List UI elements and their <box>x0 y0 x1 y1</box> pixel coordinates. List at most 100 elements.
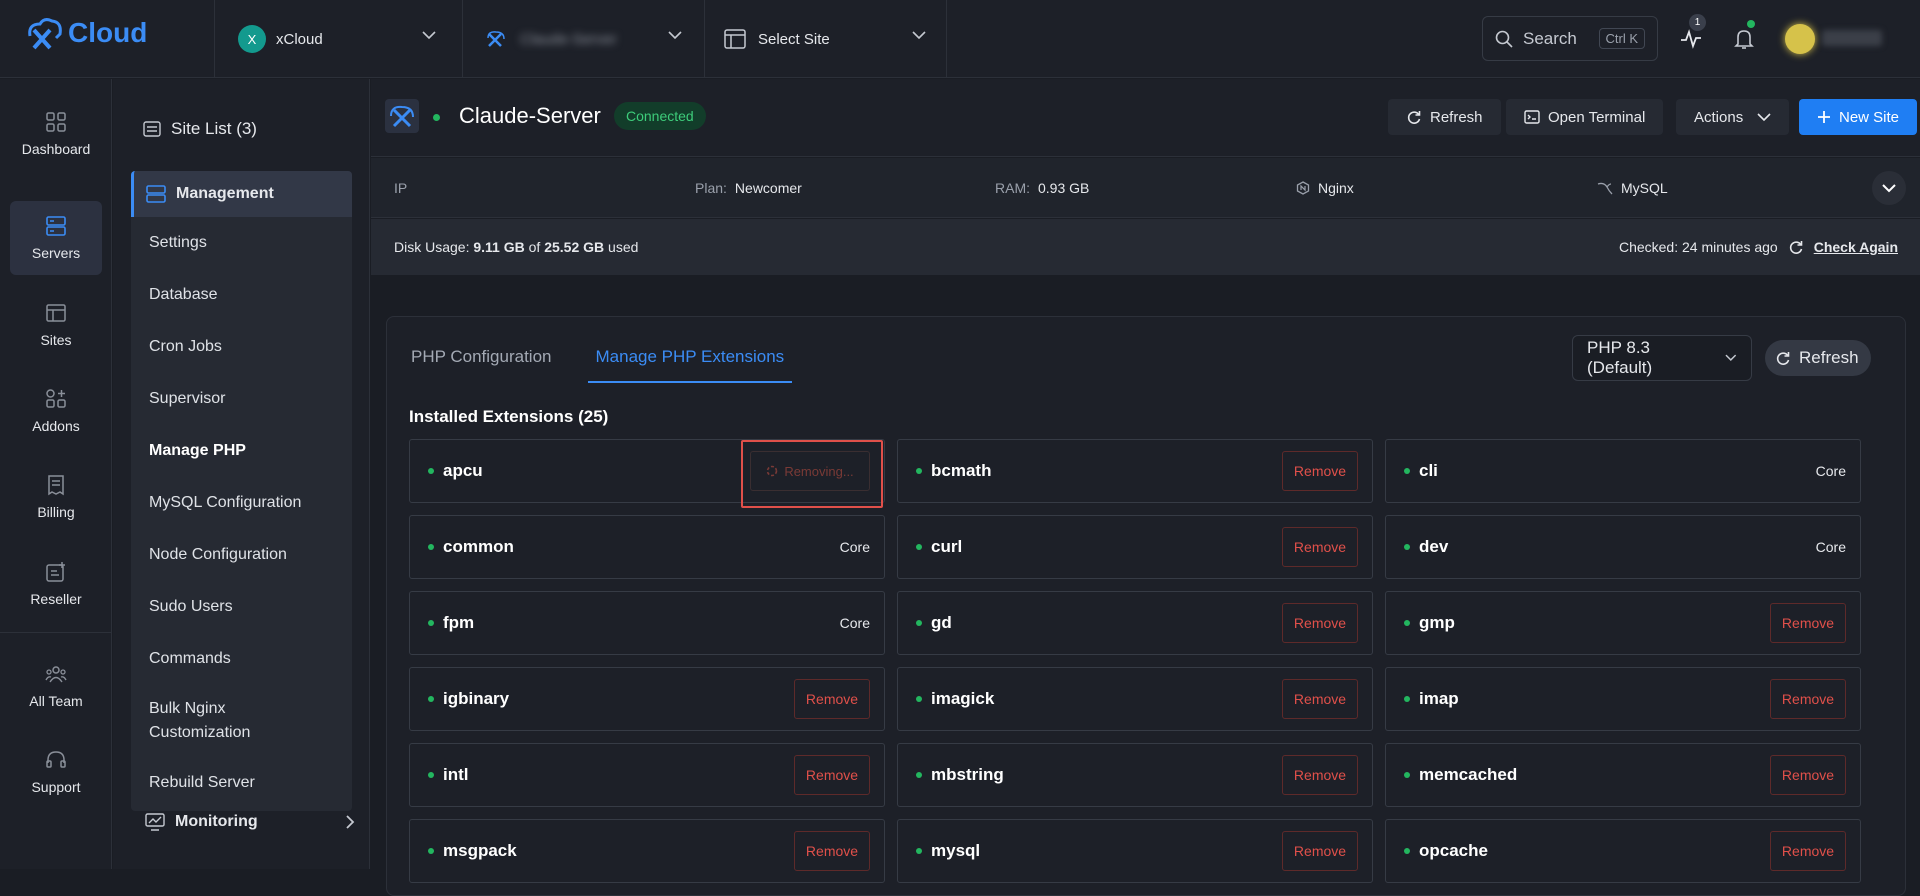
divider <box>946 0 947 78</box>
nav-support[interactable]: Support <box>10 735 102 809</box>
remove-button[interactable]: Remove <box>1770 831 1846 871</box>
nav-all-team[interactable]: All Team <box>10 649 102 723</box>
subnav-node-configuration[interactable]: Node Configuration <box>131 529 352 581</box>
user-name[interactable] <box>1822 30 1882 46</box>
tab-php-configuration[interactable]: PHP Configuration <box>411 337 552 383</box>
extension-status-dot <box>1404 696 1410 702</box>
checked-time: Checked: 24 minutes ago <box>1618 239 1778 255</box>
extension-name: curl <box>931 537 963 556</box>
server-header: Claude-Server Connected Refresh Open Ter… <box>371 79 1920 157</box>
extension-card: intl Remove <box>409 743 885 807</box>
nav-label: Addons <box>32 418 80 434</box>
notifications-button[interactable] <box>1727 20 1761 56</box>
activity-button[interactable]: 1 <box>1674 14 1708 56</box>
chevron-right-icon <box>346 815 355 829</box>
new-site-button[interactable]: New Site <box>1799 99 1918 135</box>
extension-name: gd <box>931 613 952 632</box>
php-version-value: PHP 8.3 (Default) <box>1587 338 1653 377</box>
remove-button[interactable]: Remove <box>794 755 870 795</box>
management-header[interactable]: Management <box>131 171 352 217</box>
monitor-icon <box>145 813 165 831</box>
extension-status-dot <box>916 620 922 626</box>
extension-card: gmp Remove <box>1385 591 1861 655</box>
remove-button[interactable]: Remove <box>1770 603 1846 643</box>
refresh-extensions-label: Refresh <box>1799 348 1859 367</box>
activity-badge: 1 <box>1689 14 1706 31</box>
subnav-cron-jobs[interactable]: Cron Jobs <box>131 321 352 373</box>
nav-label: Servers <box>31 245 81 261</box>
team-icon <box>45 666 67 683</box>
search-button[interactable]: Search Ctrl K <box>1482 16 1658 61</box>
extension-status-dot <box>428 468 434 474</box>
brand-name: Cloud <box>68 17 148 48</box>
xcloud-logo[interactable]: Cloud <box>26 16 147 50</box>
subnav-settings[interactable]: Settings <box>131 217 352 269</box>
team-switcher[interactable]: X xCloud <box>238 0 454 78</box>
extension-status-dot <box>428 696 434 702</box>
subnav-manage-php[interactable]: Manage PHP <box>131 425 352 477</box>
removing-label: Removing... <box>784 463 854 479</box>
list-icon <box>143 121 161 137</box>
nav-dashboard[interactable]: Dashboard <box>10 97 102 171</box>
subnav-database[interactable]: Database <box>131 269 352 321</box>
tab-manage-php-extensions[interactable]: Manage PHP Extensions <box>587 337 793 383</box>
extension-card: opcache Remove <box>1385 819 1861 883</box>
remove-button[interactable]: Remove <box>1282 755 1358 795</box>
xcloud-icon <box>390 105 414 128</box>
subnav-commands[interactable]: Commands <box>131 633 352 685</box>
check-again-link[interactable]: Check Again <box>1814 239 1898 255</box>
subnav-bulk-nginx[interactable]: Bulk Nginx Customization <box>131 685 271 757</box>
status-badge: Connected <box>614 102 706 130</box>
core-label: Core <box>839 615 870 631</box>
extensions-grid: apcu Removing... bcmath Remove cli Core common… <box>409 439 1861 883</box>
primary-nav: Dashboard Servers Sites Addons Billing R… <box>0 79 112 869</box>
nav-reseller[interactable]: Reseller <box>10 547 102 621</box>
subnav-rebuild-server[interactable]: Rebuild Server <box>131 757 352 809</box>
extension-card: gd Remove <box>897 591 1373 655</box>
nav-billing[interactable]: Billing <box>10 460 102 534</box>
extension-card: igbinary Remove <box>409 667 885 731</box>
server-name: Claude-Server <box>459 103 601 128</box>
team-name: xCloud <box>276 30 323 48</box>
server-switcher[interactable]: Claude-Server <box>486 0 700 78</box>
nav-servers[interactable]: Servers <box>10 201 102 275</box>
remove-button[interactable]: Remove <box>1282 451 1358 491</box>
refresh-button[interactable]: Refresh <box>1388 99 1501 135</box>
extension-card: memcached Remove <box>1385 743 1861 807</box>
info-toggle-button[interactable] <box>1872 171 1906 205</box>
headset-icon <box>46 751 66 768</box>
remove-button[interactable]: Remove <box>1770 755 1846 795</box>
subnav-sudo-users[interactable]: Sudo Users <box>131 581 352 633</box>
remove-button[interactable]: Remove <box>1282 679 1358 719</box>
remove-button[interactable]: Remove <box>1282 527 1358 567</box>
installed-extensions-heading: Installed Extensions (25) <box>409 407 609 426</box>
nav-sites[interactable]: Sites <box>10 288 102 362</box>
remove-button[interactable]: Remove <box>1282 831 1358 871</box>
nav-addons[interactable]: Addons <box>10 374 102 448</box>
management-label: Management <box>176 185 274 202</box>
site-list-link[interactable]: Site List (3) <box>143 119 257 139</box>
extension-card: cli Core <box>1385 439 1861 503</box>
refresh-extensions-button[interactable]: Refresh <box>1765 340 1871 376</box>
remove-button[interactable]: Remove <box>794 679 870 719</box>
monitoring-label: Monitoring <box>175 813 258 830</box>
remove-button[interactable]: Remove <box>794 831 870 871</box>
open-terminal-button[interactable]: Open Terminal <box>1506 99 1664 135</box>
subnav-mysql-configuration[interactable]: MySQL Configuration <box>131 477 352 529</box>
actions-label: Actions <box>1694 108 1744 126</box>
php-version-select[interactable]: PHP 8.3 (Default) <box>1572 335 1752 381</box>
remove-button[interactable]: Remove <box>1282 603 1358 643</box>
actions-dropdown[interactable]: Actions <box>1676 99 1790 135</box>
disk-label: Disk Usage: <box>394 239 470 255</box>
extension-name: intl <box>443 765 469 784</box>
extension-name: common <box>443 537 514 556</box>
cloud-logo-icon <box>28 18 62 50</box>
core-label: Core <box>839 539 870 555</box>
remove-button[interactable]: Remove <box>1770 679 1846 719</box>
site-switcher[interactable]: Select Site <box>724 0 944 78</box>
server-info-bar: IP Plan: Newcomer RAM: 0.93 GB Nginx MySQL <box>371 158 1920 218</box>
user-avatar[interactable] <box>1785 24 1815 54</box>
extension-status-dot <box>1404 848 1410 854</box>
subnav-supervisor[interactable]: Supervisor <box>131 373 352 425</box>
monitoring-link[interactable]: Monitoring <box>145 813 355 831</box>
